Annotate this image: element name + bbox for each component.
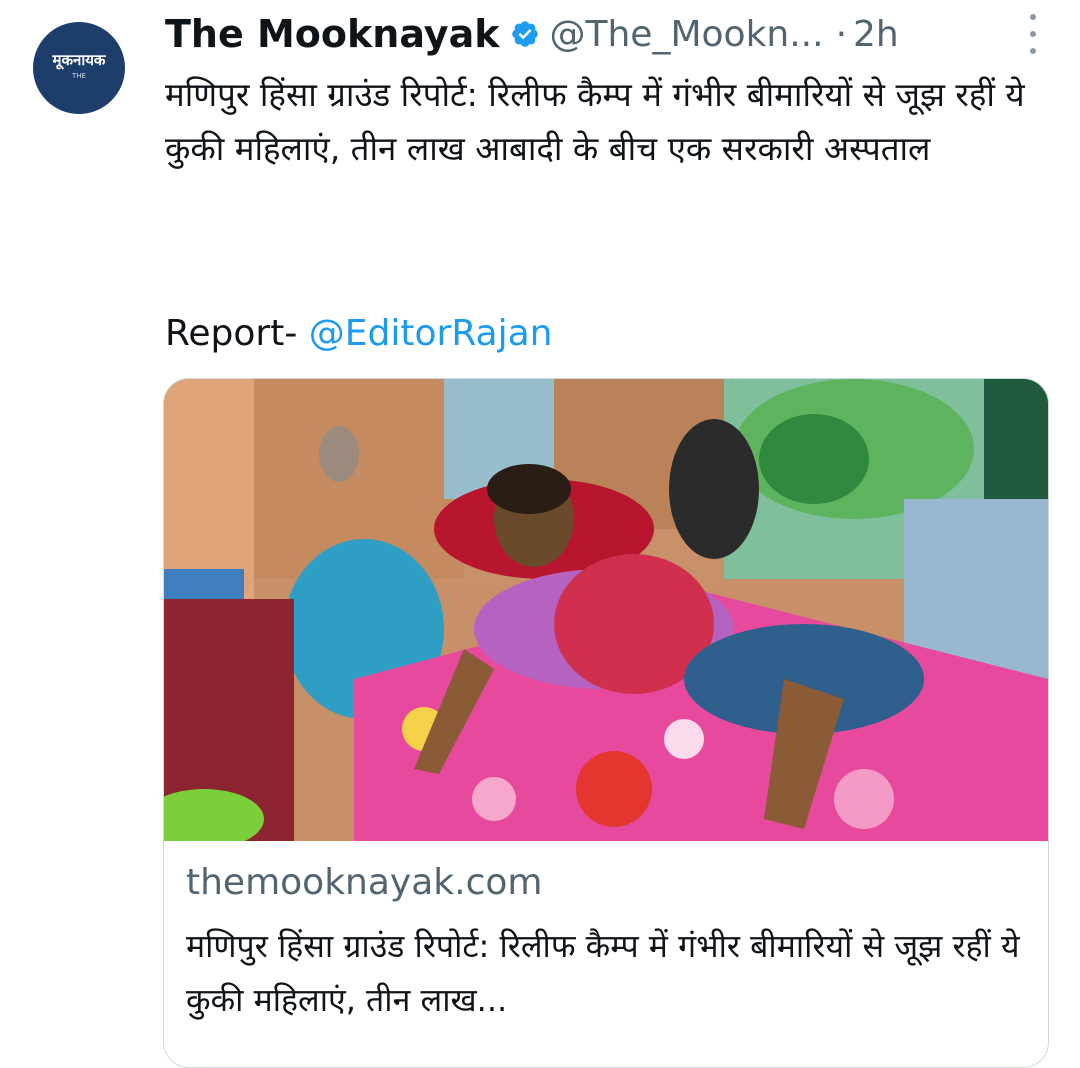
user-handle[interactable]: @The_Mookn...	[550, 14, 824, 55]
card-image[interactable]	[164, 379, 1048, 841]
timestamp[interactable]: 2h	[853, 14, 899, 55]
display-name[interactable]: The Mooknayak	[165, 12, 500, 56]
time-separator: ·	[835, 13, 848, 55]
card-photo	[164, 379, 1048, 841]
avatar-logo-text: मूकनायक	[52, 51, 106, 69]
avatar-logo-sub: THE	[72, 72, 86, 80]
avatar[interactable]: मूकनायक THE	[33, 22, 125, 114]
report-line: Report- @EditorRajan	[165, 310, 552, 358]
report-prefix: Report-	[165, 313, 309, 354]
card-title: मणिपुर हिंसा ग्राउंड रिपोर्ट: रिलीफ कैम्…	[186, 927, 1020, 1019]
tweet-header: The Mooknayak @The_Mookn... · 2h	[165, 8, 1060, 60]
card-domain: themooknayak.com	[186, 862, 543, 903]
more-options-icon[interactable]	[1024, 14, 1042, 54]
link-card[interactable]: themooknayak.com मणिपुर हिंसा ग्राउंड रि…	[163, 378, 1049, 1068]
mention-link[interactable]: @EditorRajan	[309, 313, 553, 354]
tweet-text: मणिपुर हिंसा ग्राउंड रिपोर्ट: रिलीफ कैम्…	[165, 75, 1025, 168]
verified-badge-icon	[511, 21, 538, 47]
